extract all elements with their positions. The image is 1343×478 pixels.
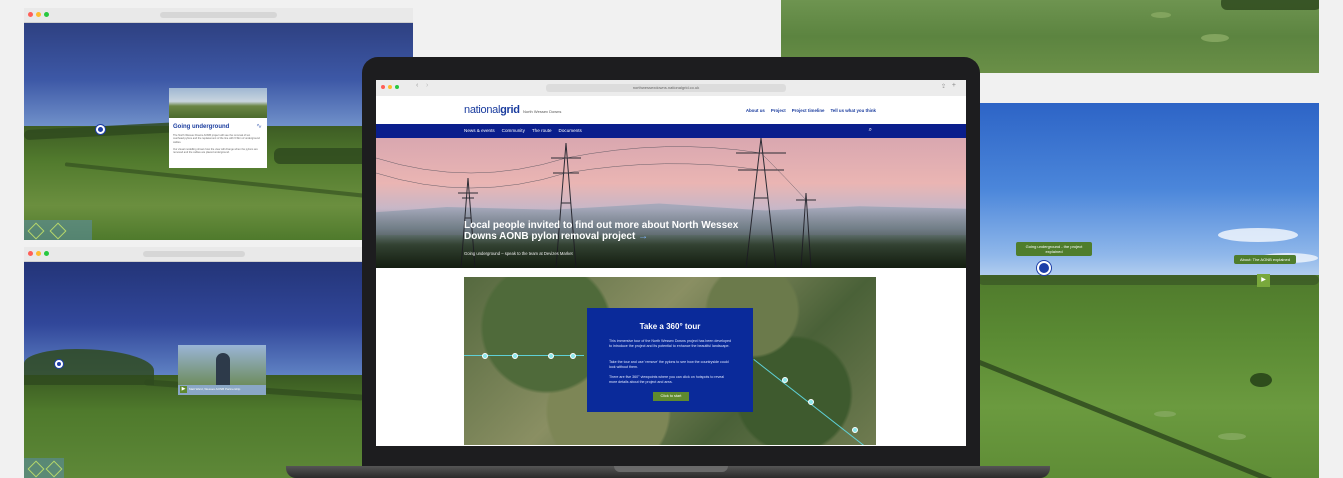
nav-community[interactable]: Community	[502, 128, 525, 133]
hotspot-icon[interactable]	[96, 125, 105, 134]
browser-toolbar	[24, 247, 364, 262]
hotspot-label[interactable]: Going underground - the project explaine…	[1016, 242, 1092, 256]
site-header: nationalgrid North Wessex Downs About us…	[376, 96, 966, 124]
nav-tell-us[interactable]: Tell us what you think	[830, 108, 876, 113]
map-marker[interactable]	[512, 353, 518, 359]
info-card: Going underground ∿ The North Wessex Dow…	[169, 88, 267, 168]
hotspot-label[interactable]: About: The AONB explained	[1234, 255, 1296, 264]
hero-subtitle[interactable]: Going underground – speak to the team at…	[464, 251, 573, 256]
card-title: Going underground	[173, 124, 230, 130]
panorama-screenshot-top-left: Going underground ∿ The North Wessex Dow…	[24, 8, 413, 240]
map-marker[interactable]	[548, 353, 554, 359]
sky	[978, 103, 1319, 293]
cloud	[1218, 228, 1298, 242]
nav-project[interactable]: Project	[771, 108, 786, 113]
crop-mark	[1201, 34, 1229, 42]
laptop-notch	[614, 466, 728, 472]
control-icon[interactable]	[27, 460, 45, 478]
start-tour-button[interactable]: Click to start	[653, 392, 689, 401]
map-marker[interactable]	[808, 399, 814, 405]
forward-icon[interactable]: ›	[426, 82, 428, 89]
main-navigation: News & events Community The route Docume…	[376, 124, 966, 138]
card-text: Our visual modelling shows how the view …	[173, 148, 258, 155]
top-navigation: About us Project Project timeline Tell u…	[746, 108, 876, 113]
card-logo-icon: ∿	[256, 123, 262, 130]
arrow-right-icon: →	[638, 231, 649, 242]
card-image	[169, 88, 267, 118]
logo-subtitle: North Wessex Downs	[523, 109, 562, 114]
search-icon[interactable]: ⌕	[869, 127, 872, 134]
hotspot-icon[interactable]	[55, 360, 63, 368]
tour-title: Take a 360° tour	[639, 322, 701, 331]
crop-mark	[1151, 12, 1171, 18]
tour-text: Take the tour and use 'remove' the pylon…	[609, 360, 729, 369]
crop-mark	[1154, 411, 1176, 417]
play-icon[interactable]: ▶	[1257, 274, 1270, 287]
control-icon[interactable]	[45, 460, 63, 478]
add-tab-icon[interactable]: +	[952, 82, 956, 89]
hero-banner: Local people invited to find out more ab…	[376, 138, 966, 268]
tour-panel: Take a 360° tour This immersive tour of …	[587, 308, 753, 412]
panorama-screenshot-bottom-left: ▶ Matt Ward, Wessex AONB Partnership	[24, 247, 364, 478]
card-text: The North Wessex Downs AONB project will…	[173, 134, 260, 144]
tree	[1250, 373, 1272, 387]
share-icon[interactable]: ⇪	[941, 83, 946, 90]
hero-title[interactable]: Local people invited to find out more ab…	[464, 220, 764, 242]
control-icon[interactable]	[49, 222, 67, 240]
panorama-screenshot-right: Going underground - the project explaine…	[978, 103, 1319, 478]
nav-news-events[interactable]: News & events	[464, 128, 495, 133]
hotspot-icon[interactable]	[1037, 261, 1051, 275]
nav-project-timeline[interactable]: Project timeline	[792, 108, 825, 113]
back-icon[interactable]: ‹	[416, 82, 418, 89]
laptop-screen: ‹ › northwessexdowns.nationalgrid.co.uk …	[376, 80, 966, 446]
address-bar[interactable]: northwessexdowns.nationalgrid.co.uk	[546, 84, 786, 92]
national-grid-logo[interactable]: nationalgrid	[464, 104, 520, 116]
map-marker[interactable]	[782, 377, 788, 383]
play-icon[interactable]: ▶	[180, 386, 187, 393]
control-icon[interactable]	[27, 222, 45, 240]
browser-toolbar: ‹ › northwessexdowns.nationalgrid.co.uk …	[376, 80, 966, 97]
video-card[interactable]: ▶ Matt Ward, Wessex AONB Partnership	[178, 345, 266, 395]
route-map[interactable]: Take a 360° tour This immersive tour of …	[464, 277, 876, 445]
tour-text: This immersive tour of the North Wessex …	[609, 339, 731, 348]
browser-toolbar	[24, 8, 413, 23]
nav-the-route[interactable]: The route	[532, 128, 552, 133]
nav-documents[interactable]: Documents	[559, 128, 582, 133]
video-caption: Matt Ward, Wessex AONB Partnership	[189, 387, 241, 391]
crop-mark	[1218, 433, 1246, 440]
person-figure	[216, 353, 230, 385]
tour-text: There are five 360° viewpoints where you…	[609, 375, 725, 384]
viewer-controls	[24, 458, 64, 478]
nav-about-us[interactable]: About us	[746, 108, 765, 113]
map-marker[interactable]	[852, 427, 858, 433]
map-marker[interactable]	[570, 353, 576, 359]
hedgerow	[1221, 0, 1319, 10]
viewer-controls	[24, 220, 92, 240]
map-marker[interactable]	[482, 353, 488, 359]
